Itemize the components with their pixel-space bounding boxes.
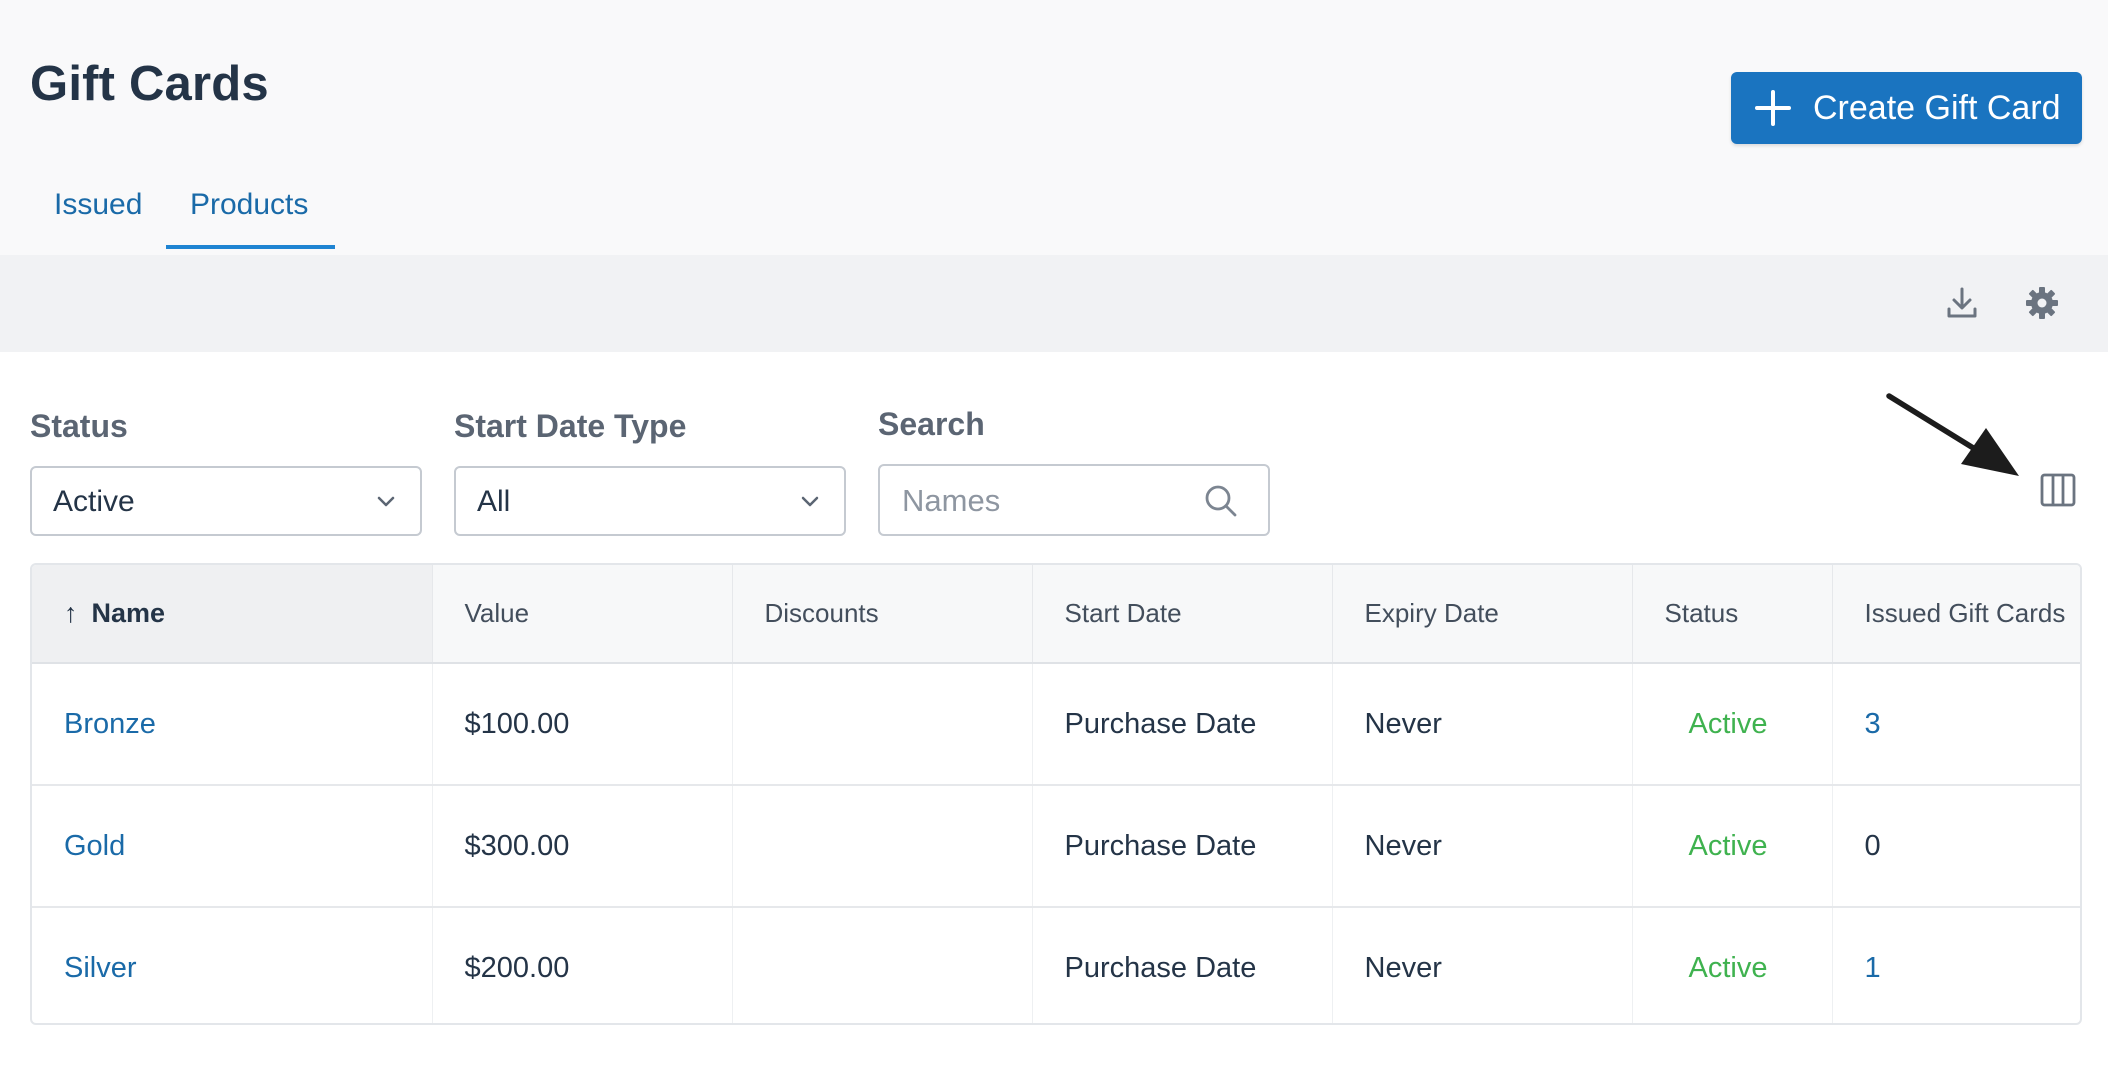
column-header-discounts[interactable]: Discounts (732, 565, 1033, 664)
issued-count: 0 (1832, 785, 2080, 908)
tab-issued[interactable]: Issued (54, 188, 142, 222)
product-discounts (732, 785, 1033, 908)
download-icon[interactable] (1944, 285, 1980, 321)
column-header-expiry-date[interactable]: Expiry Date (1332, 565, 1633, 664)
arrow-pointer-icon (1886, 393, 2019, 476)
page-header: Gift Cards Create Gift Card Issued Produ… (0, 0, 2108, 255)
issued-count-link[interactable]: 1 (1832, 907, 2080, 1023)
start-date-type-select[interactable]: All (454, 466, 846, 536)
product-value: $100.00 (432, 663, 733, 786)
create-gift-card-label: Create Gift Card (1813, 88, 2061, 127)
product-expiry-date: Never (1332, 907, 1633, 1023)
product-start-date: Purchase Date (1032, 785, 1333, 908)
issued-count-link[interactable]: 3 (1832, 663, 2080, 786)
status-filter-label: Status (30, 408, 128, 444)
chevron-down-icon (377, 496, 395, 507)
table-row: Silver $200.00 Purchase Date Never Activ… (32, 907, 2080, 1023)
columns-icon[interactable] (2040, 472, 2076, 508)
column-header-name-label: Name (91, 598, 166, 628)
column-header-issued-gift-cards[interactable]: Issued Gift Cards (1832, 565, 2080, 664)
plus-icon (1755, 90, 1791, 126)
table-row: Gold $300.00 Purchase Date Never Active … (32, 785, 2080, 908)
status-select-value: Active (53, 485, 135, 518)
product-expiry-date: Never (1332, 663, 1633, 786)
create-gift-card-button[interactable]: Create Gift Card (1731, 72, 2082, 144)
gift-card-products-table: ↑ Name Value Discounts Start Date Expiry … (30, 563, 2082, 1025)
column-header-value[interactable]: Value (432, 565, 733, 664)
column-header-status[interactable]: Status (1632, 565, 1833, 664)
status-badge: Active (1632, 907, 1833, 1023)
page-title: Gift Cards (30, 57, 269, 111)
search-box (878, 464, 1270, 536)
column-header-name[interactable]: ↑ Name (32, 565, 433, 664)
gear-icon[interactable] (2024, 285, 2060, 321)
table-row: Bronze $100.00 Purchase Date Never Activ… (32, 663, 2080, 786)
status-select[interactable]: Active (30, 466, 422, 536)
product-discounts (732, 907, 1033, 1023)
product-name-link[interactable]: Bronze (32, 663, 433, 786)
product-discounts (732, 663, 1033, 786)
product-value: $200.00 (432, 907, 733, 1023)
start-date-type-label: Start Date Type (454, 408, 687, 444)
status-badge: Active (1632, 663, 1833, 786)
start-date-type-value: All (477, 485, 511, 518)
table-header-row: ↑ Name Value Discounts Start Date Expiry … (32, 565, 2080, 664)
search-label: Search (878, 406, 985, 442)
product-value: $300.00 (432, 785, 733, 908)
search-icon[interactable] (1204, 484, 1238, 518)
toolbar (0, 255, 2108, 352)
product-start-date: Purchase Date (1032, 663, 1333, 786)
status-badge: Active (1632, 785, 1833, 908)
search-input[interactable] (900, 480, 1184, 522)
product-name-link[interactable]: Silver (32, 907, 433, 1023)
sort-ascending-icon: ↑ (64, 598, 78, 628)
product-name-link[interactable]: Gold (32, 785, 433, 908)
active-tab-indicator (166, 245, 335, 249)
column-header-start-date[interactable]: Start Date (1032, 565, 1333, 664)
product-expiry-date: Never (1332, 785, 1633, 908)
tab-products[interactable]: Products (190, 188, 308, 222)
chevron-down-icon (801, 496, 819, 507)
product-start-date: Purchase Date (1032, 907, 1333, 1023)
